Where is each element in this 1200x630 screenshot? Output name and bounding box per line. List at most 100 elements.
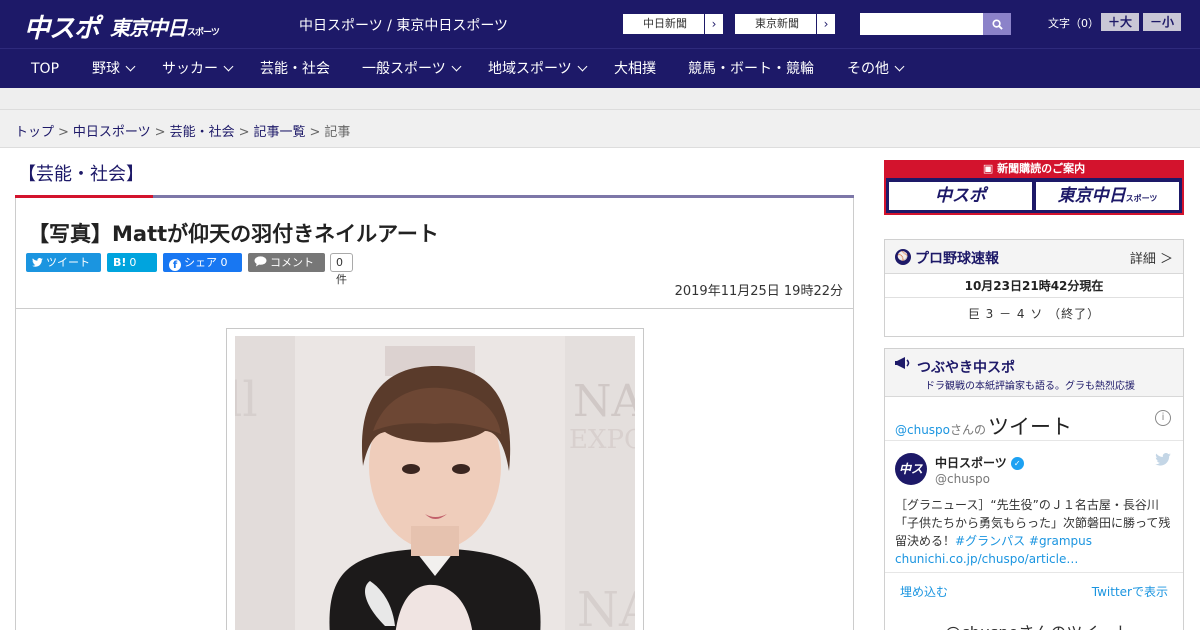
breadcrumb-top[interactable]: トップ [15, 125, 54, 140]
article-box: 【写真】Mattが仰天の羽付きネイルアート ツイート B! 0 f シェア 0 コメ… [15, 198, 854, 630]
nav-label: サッカー [162, 61, 218, 77]
breadcrumb-entertainment[interactable]: 芸能・社会 [170, 125, 235, 140]
avatar[interactable]: 中ス [895, 453, 927, 485]
verified-badge-icon: ✓ [1010, 457, 1024, 470]
baseball-panel-title: プロ野球速報 [915, 251, 999, 267]
nav-item-soccer[interactable]: サッカー [162, 49, 234, 89]
nav-item-other[interactable]: その他 [847, 49, 905, 89]
font-larger-button[interactable]: ＋大 [1101, 13, 1139, 31]
hatena-bookmark-button[interactable]: B! 0 [107, 253, 157, 272]
tweet-label: ツイート [46, 256, 90, 269]
tokyo-chunichi-logo[interactable]: 東京中日スポーツ [110, 12, 220, 41]
tweet-account-name[interactable]: 中日スポーツ ✓ [935, 454, 1024, 471]
tokyo-shimbun-label: 東京新聞 [755, 17, 799, 30]
site-name: 中日スポーツ / 東京中日スポーツ [299, 18, 509, 34]
font-smaller-button[interactable]: －小 [1143, 13, 1181, 31]
breadcrumb-separator: > [309, 125, 321, 140]
nav-item-general-sports[interactable]: 一般スポーツ [362, 49, 462, 89]
timeline-title-big: ツイート [988, 415, 1073, 439]
article-photo[interactable]: NA EXPO ll NA [235, 336, 635, 630]
top-header: 中スポ 東京中日スポーツ 中日スポーツ / 東京中日スポーツ 中日新聞 › 東京… [0, 0, 1200, 48]
score-timestamp: 10月23日21時42分現在 [885, 274, 1183, 298]
more-tweets-heading[interactable]: @chuspoさんのツイート [945, 619, 1130, 630]
svg-text:EXPO: EXPO [569, 425, 635, 455]
score-line[interactable]: 巨 3 － 4 ソ （終了） [885, 298, 1183, 330]
nav-item-sumo[interactable]: 大相撲 [614, 49, 656, 89]
article-divider [16, 308, 853, 309]
comment-button[interactable]: コメント [248, 253, 325, 272]
nav-item-baseball[interactable]: 野球 [92, 49, 136, 89]
chunichi-shimbun-link[interactable]: 中日新聞 › [622, 13, 724, 35]
nav-label: その他 [847, 61, 889, 77]
twitter-bird-icon[interactable] [1155, 453, 1171, 470]
chevron-down-icon [451, 61, 462, 72]
subscription-promo[interactable]: ▣ 新聞購読のご案内 中スポ 東京中日スポーツ [884, 160, 1184, 215]
view-on-twitter-link[interactable]: Twitterで表示 [1092, 583, 1168, 600]
article-headline: 【写真】Mattが仰天の羽付きネイルアート [28, 222, 439, 246]
chevron-down-icon [223, 61, 234, 72]
promo-logo-tokyo-small: スポーツ [1125, 194, 1158, 203]
embed-link[interactable]: 埋め込む [900, 583, 948, 600]
breadcrumb-article-list[interactable]: 記事一覧 [254, 125, 306, 140]
chuspo-logo[interactable]: 中スポ [24, 8, 100, 45]
account-name-text: 中日スポーツ [935, 456, 1007, 470]
nav-item-entertainment[interactable]: 芸能・社会 [260, 49, 330, 89]
tokyo-logo-small: スポーツ [187, 28, 220, 38]
search-icon [991, 19, 1003, 30]
tweet-footer: 埋め込む Twitterで表示 [885, 573, 1183, 607]
breadcrumb-separator: > [58, 125, 69, 140]
nav-label: TOP [31, 61, 60, 77]
chevron-down-icon [125, 61, 136, 72]
breadcrumb-separator: > [238, 125, 250, 140]
timeline-handle-link[interactable]: @chuspo [895, 423, 950, 437]
sub-bar [0, 88, 1200, 110]
promo-logo-chuspo[interactable]: 中スポ [889, 182, 1032, 210]
comment-label: コメント [270, 256, 314, 269]
tweet-hashtags[interactable]: #グランパス #grampus [955, 534, 1092, 548]
timeline-handle-suffix: さんの [950, 423, 987, 437]
tweet-button[interactable]: ツイート [26, 253, 101, 272]
baseball-panel-header: ⚾ プロ野球速報 詳細 ＞ [885, 240, 1183, 274]
search-input[interactable] [860, 13, 983, 35]
category-heading: 【芸能・社会】 [18, 164, 144, 185]
speech-bubble-icon [254, 253, 267, 272]
facebook-share-label: シェア [184, 256, 217, 269]
nav-item-regional-sports[interactable]: 地域スポーツ [488, 49, 588, 89]
nav-item-racing[interactable]: 競馬・ボート・競輪 [688, 49, 814, 89]
nav-label: 一般スポーツ [362, 61, 446, 77]
breadcrumb: トップ > 中日スポーツ > 芸能・社会 > 記事一覧 > 記事 [15, 121, 350, 140]
info-icon[interactable]: i [1155, 410, 1171, 426]
newspaper-icon: ▣ [982, 162, 994, 175]
timeline-title: @chuspoさんのツイート [895, 411, 1072, 441]
search-button[interactable] [983, 13, 1011, 35]
promo-title-text: 新聞購読のご案内 [997, 162, 1086, 175]
promo-logo-tokyo-text: 東京中日 [1057, 186, 1126, 206]
facebook-share-button[interactable]: f シェア 0 [163, 253, 242, 272]
breadcrumb-separator: > [154, 125, 166, 140]
tweet-screen-name[interactable]: @chuspo [935, 472, 990, 486]
baseball-details-link[interactable]: 詳細 ＞ [1130, 248, 1173, 267]
baseball-score-panel: ⚾ プロ野球速報 詳細 ＞ 10月23日21時42分現在 巨 3 － 4 ソ （… [884, 239, 1184, 337]
chevron-down-icon [577, 61, 588, 72]
person-photo-illustration: NA EXPO ll NA [235, 336, 635, 630]
nav-item-top[interactable]: TOP [31, 49, 59, 89]
breadcrumb-current: 記事 [324, 125, 351, 140]
article-photo-frame: NA EXPO ll NA [226, 328, 644, 630]
megaphone-icon [895, 355, 913, 375]
publish-date: 2019年11月25日 19時22分 [674, 284, 843, 299]
font-size-label: 文字（0） [1048, 17, 1099, 30]
hatena-icon: B! [113, 256, 127, 269]
tweet-text: ［グラニュース］“先生役”のＪ１名古屋・長谷川「子供たちから勇気もらった」次節磐… [895, 496, 1177, 568]
svg-text:ll: ll [235, 372, 258, 428]
breadcrumb-bar: トップ > 中日スポーツ > 芸能・社会 > 記事一覧 > 記事 [0, 110, 1200, 148]
nav-label: 野球 [92, 61, 120, 77]
chevron-right-icon: › [704, 14, 723, 34]
promo-logo-tokyo[interactable]: 東京中日スポーツ [1036, 182, 1179, 210]
facebook-share-count: 0 [220, 256, 228, 269]
breadcrumb-chunichi-sports[interactable]: 中日スポーツ [73, 125, 151, 140]
tweets-panel-subtitle: ドラ観戦の本紙評論家も語る。グラも熱烈応援 [925, 381, 1135, 392]
facebook-icon: f [169, 259, 181, 271]
nav-label: 芸能・社会 [260, 61, 330, 77]
tweet-link[interactable]: chunichi.co.jp/chuspo/article… [895, 552, 1078, 566]
tokyo-shimbun-link[interactable]: 東京新聞 › [734, 13, 836, 35]
